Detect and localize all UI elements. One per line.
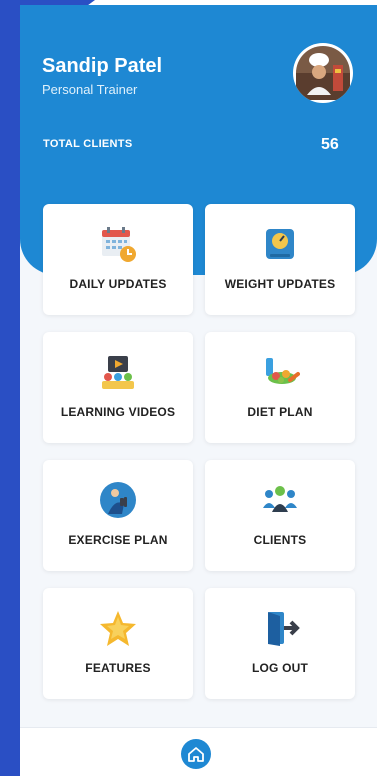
star-icon	[100, 611, 136, 646]
app-screen: Sandip Patel Personal Trainer TOTAL CLIE…	[20, 5, 377, 776]
home-button[interactable]	[181, 739, 211, 769]
exercise-plan-card[interactable]: EXERCISE PLAN	[43, 460, 193, 571]
weight-updates-label: WEIGHT UPDATES	[224, 277, 336, 291]
avatar[interactable]	[293, 43, 353, 103]
logout-door-icon	[268, 612, 300, 646]
video-class-icon	[102, 356, 134, 389]
healthy-food-icon	[266, 358, 300, 384]
dumbbell-person-icon	[100, 482, 136, 518]
log-out-label: LOG OUT	[251, 661, 309, 675]
daily-updates-label: DAILY UPDATES	[69, 277, 167, 291]
features-card[interactable]: FEATURES	[43, 588, 193, 699]
calendar-clock-icon	[102, 227, 136, 262]
trainer-name: Sandip Patel	[42, 55, 163, 77]
bottom-nav-bar	[20, 727, 377, 776]
features-label: FEATURES	[85, 661, 151, 675]
home-icon	[188, 747, 204, 762]
total-clients-label: TOTAL CLIENTS	[43, 138, 133, 150]
scale-icon	[266, 229, 294, 259]
diet-plan-card[interactable]: DIET PLAN	[205, 332, 355, 443]
log-out-card[interactable]: LOG OUT	[205, 588, 355, 699]
total-clients-value: 56	[321, 136, 339, 153]
diet-plan-label: DIET PLAN	[247, 405, 313, 419]
learning-videos-label: LEARNING VIDEOS	[60, 405, 176, 419]
clients-label: CLIENTS	[253, 533, 307, 547]
daily-updates-card[interactable]: DAILY UPDATES	[43, 204, 193, 315]
weight-updates-card[interactable]: WEIGHT UPDATES	[205, 204, 355, 315]
exercise-plan-label: EXERCISE PLAN	[68, 533, 168, 547]
learning-videos-card[interactable]: LEARNING VIDEOS	[43, 332, 193, 443]
clients-card[interactable]: CLIENTS	[205, 460, 355, 571]
chef-avatar-icon	[296, 46, 350, 100]
group-people-icon	[263, 486, 297, 512]
trainer-role: Personal Trainer	[42, 82, 138, 97]
